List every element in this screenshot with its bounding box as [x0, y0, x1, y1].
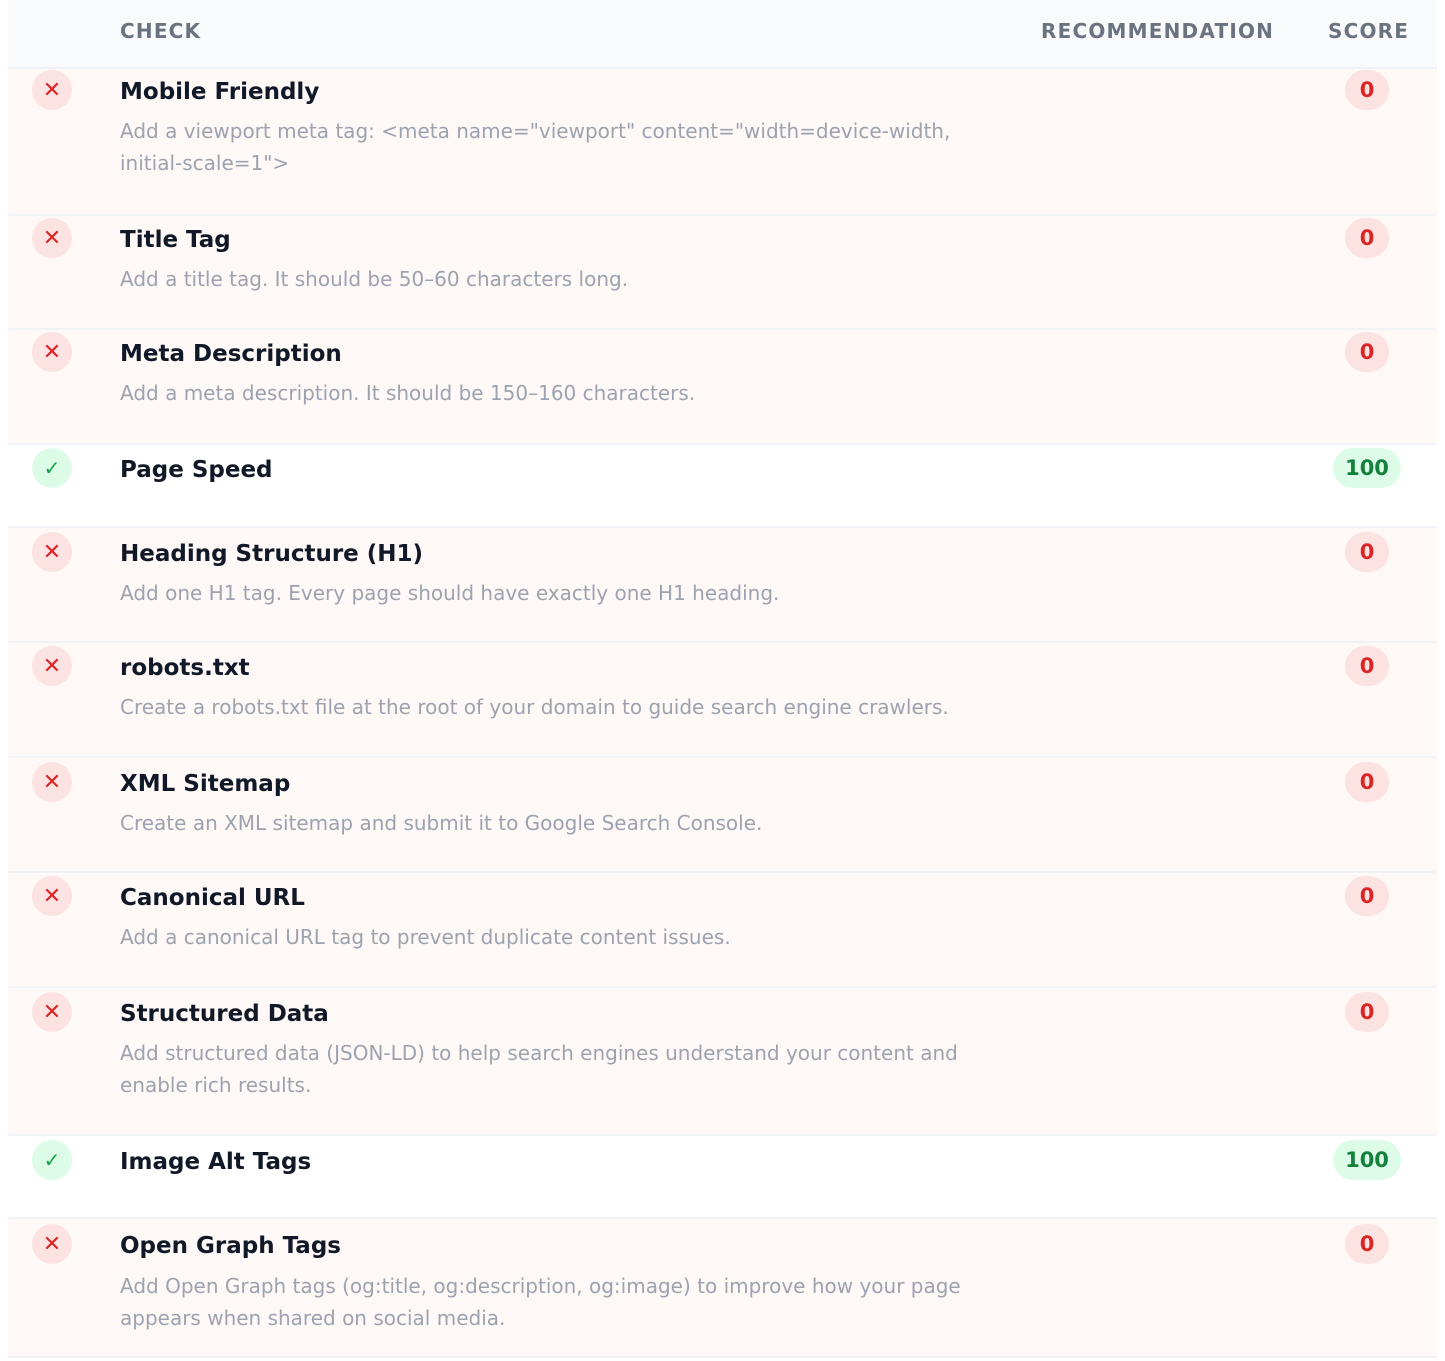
seo-checks-table: CHECK RECOMMENDATION SCORE ✕ Mobile Frien… [8, 0, 1437, 1358]
x-icon: ✕ [32, 1224, 72, 1264]
recommendation-text: Add one H1 tag. Every page should have e… [120, 581, 780, 605]
check-title: Title Tag [120, 227, 231, 253]
score-badge: 0 [1345, 70, 1389, 110]
x-icon: ✕ [32, 218, 72, 258]
table-body: ✕ Mobile Friendly Add a viewport meta tag:… [8, 69, 1437, 1358]
x-icon: ✕ [32, 646, 72, 686]
table-row: ✕ Structured Data Add structured data (JSO… [8, 988, 1437, 1136]
recommendation-text: Add a canonical URL tag to prevent dupli… [120, 925, 731, 949]
table-row: ✓ Page Speed 100 [8, 445, 1437, 528]
score-badge: 0 [1345, 992, 1389, 1032]
check-icon: ✓ [32, 448, 72, 488]
score-badge: 100 [1333, 448, 1401, 488]
score-badge: 0 [1345, 532, 1389, 572]
check-title: Mobile Friendly [120, 79, 320, 105]
column-header-score: SCORE [1328, 19, 1410, 43]
recommendation-text: Add a meta description. It should be 150… [120, 381, 696, 405]
score-badge: 0 [1345, 218, 1389, 258]
check-title: Structured Data [120, 1001, 329, 1027]
column-header-recommendation: RECOMMENDATION [1041, 19, 1275, 43]
score-badge: 0 [1345, 762, 1389, 802]
x-icon: ✕ [32, 532, 72, 572]
check-title: Image Alt Tags [120, 1149, 312, 1175]
x-icon: ✕ [32, 70, 72, 110]
table-row: ✓ Image Alt Tags 100 [8, 1136, 1437, 1219]
x-icon: ✕ [32, 762, 72, 802]
check-title: Open Graph Tags [120, 1233, 341, 1259]
check-icon: ✓ [32, 1140, 72, 1180]
check-title: Canonical URL [120, 885, 305, 911]
recommendation-text: Create a robots.txt file at the root of … [120, 695, 949, 719]
score-badge: 0 [1345, 332, 1389, 372]
table-row: ✕ Open Graph Tags Add Open Graph tags (og:… [8, 1219, 1437, 1358]
recommendation-text: Add a title tag. It should be 50–60 char… [120, 267, 629, 291]
table-row: ✕ Heading Structure (H1) Add one H1 tag. E… [8, 528, 1437, 643]
recommendation-text: Add structured data (JSON-LD) to help se… [120, 1041, 958, 1097]
score-badge: 100 [1333, 1140, 1401, 1180]
check-title: Heading Structure (H1) [120, 541, 424, 567]
score-badge: 0 [1345, 876, 1389, 916]
x-icon: ✕ [32, 332, 72, 372]
check-title: XML Sitemap [120, 771, 291, 797]
table-header: CHECK RECOMMENDATION SCORE [8, 0, 1437, 69]
table-row: ✕ Canonical URL Add a canonical URL tag to… [8, 873, 1437, 988]
table-row: ✕ Meta Description Add a meta description.… [8, 330, 1437, 445]
table-row: ✕ Mobile Friendly Add a viewport meta tag:… [8, 69, 1437, 216]
recommendation-text: Add Open Graph tags (og:title, og:descri… [120, 1274, 961, 1330]
check-title: robots.txt [120, 655, 250, 681]
x-icon: ✕ [32, 992, 72, 1032]
table-row: ✕ robots.txt Create a robots.txt file at t… [8, 643, 1437, 758]
table-row: ✕ XML Sitemap Create an XML sitemap and su… [8, 758, 1437, 873]
table-row: ✕ Title Tag Add a title tag. It should be … [8, 216, 1437, 330]
x-icon: ✕ [32, 876, 72, 916]
score-badge: 0 [1345, 646, 1389, 686]
recommendation-text: Add a viewport meta tag: <meta name="vie… [120, 119, 951, 175]
recommendation-text: Create an XML sitemap and submit it to G… [120, 811, 763, 835]
check-title: Page Speed [120, 457, 273, 483]
check-title: Meta Description [120, 341, 342, 367]
score-badge: 0 [1345, 1224, 1389, 1264]
column-header-check: CHECK [120, 19, 202, 43]
